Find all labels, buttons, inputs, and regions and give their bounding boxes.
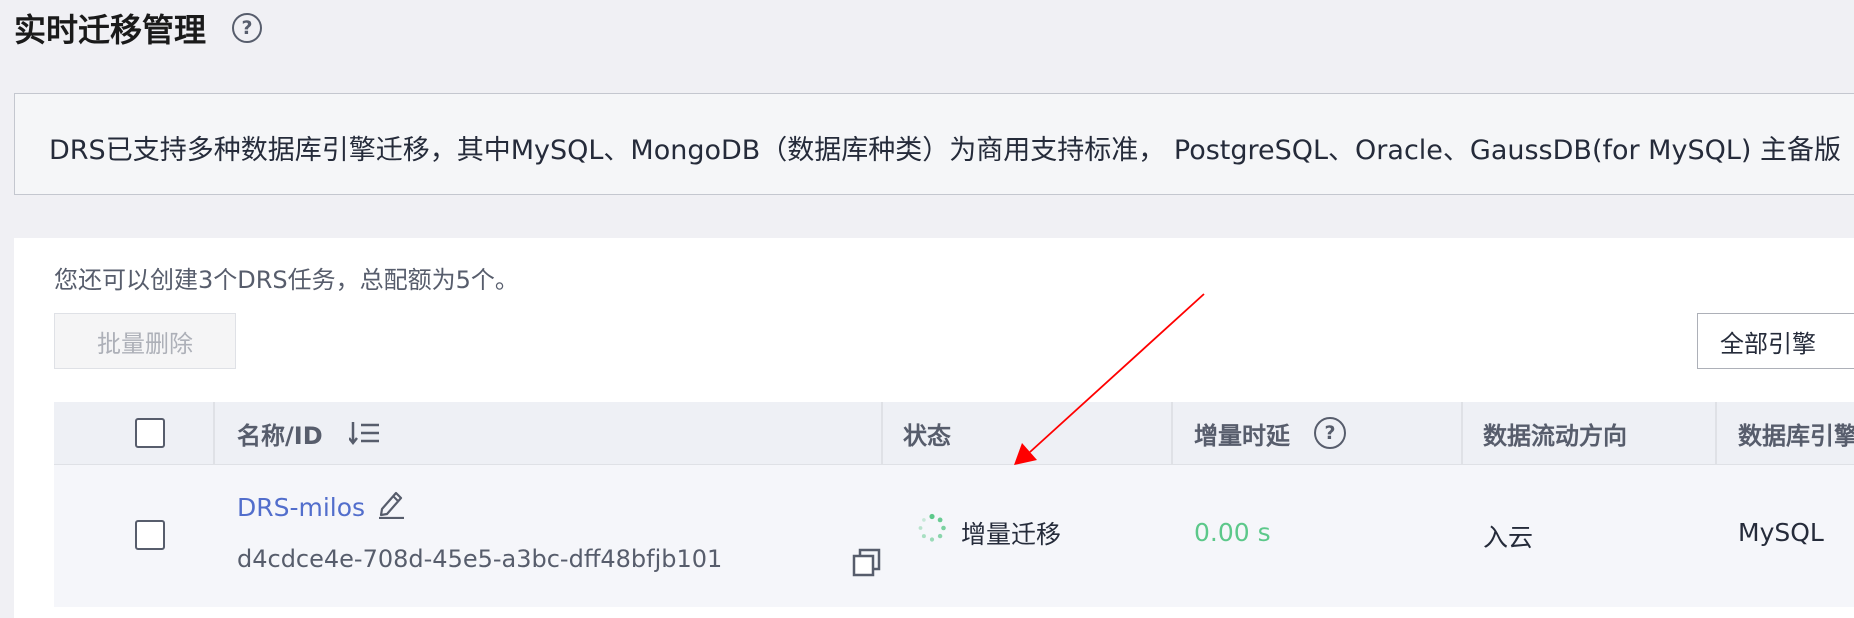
- column-header-status: 状态: [903, 402, 951, 464]
- help-circle-icon[interactable]: ?: [232, 13, 262, 43]
- column-header-incremental-delay-label: 增量时延: [1194, 421, 1290, 450]
- select-all-checkbox[interactable]: [135, 418, 165, 448]
- notice-banner: DRS已支持多种数据库引擎迁移，其中MySQL、MongoDB（数据库种类）为商…: [14, 93, 1854, 195]
- column-header-status-label: 状态: [903, 421, 951, 450]
- copy-icon[interactable]: [851, 547, 883, 583]
- column-divider: [881, 402, 883, 464]
- column-header-name-id[interactable]: 名称/ID: [237, 402, 381, 464]
- status-text: 增量迁移: [961, 520, 1062, 549]
- page-title: 实时迁移管理: [14, 11, 207, 49]
- loading-spinner-icon: [917, 513, 947, 547]
- column-header-data-flow-direction-label: 数据流动方向: [1483, 421, 1627, 450]
- engine-filter-value: 全部引擎: [1720, 329, 1816, 358]
- column-divider: [213, 402, 215, 464]
- batch-delete-button[interactable]: 批量删除: [54, 313, 236, 369]
- sort-descending-icon[interactable]: [348, 419, 381, 447]
- column-divider: [1461, 402, 1463, 464]
- help-circle-icon[interactable]: ?: [1314, 417, 1346, 449]
- table-row: DRS-milos d4cdce4e-708d-45e5-a3bc-dff48b…: [54, 464, 1854, 607]
- column-divider: [1715, 402, 1717, 464]
- column-header-name-id-label: 名称/ID: [237, 421, 323, 450]
- column-header-data-flow-direction: 数据流动方向: [1483, 402, 1627, 464]
- table-header: 名称/ID 状态 增量时延 ? 数据流动方向 数据库引擎: [54, 402, 1854, 464]
- pencil-icon[interactable]: [376, 487, 406, 523]
- incremental-delay-value: 0.00 s: [1194, 518, 1271, 547]
- column-header-incremental-delay: 增量时延 ?: [1194, 402, 1346, 464]
- column-header-database-engine-label: 数据库引擎: [1738, 421, 1854, 450]
- column-header-database-engine: 数据库引擎: [1738, 402, 1854, 464]
- data-flow-direction-value: 入云: [1483, 523, 1534, 552]
- column-divider: [1171, 402, 1173, 464]
- task-name-link[interactable]: DRS-milos: [237, 493, 365, 522]
- quota-text: 您还可以创建3个DRS任务，总配额为5个。: [54, 266, 519, 294]
- task-list-card: 您还可以创建3个DRS任务，总配额为5个。 批量删除 全部引擎 名称/ID 状态: [14, 238, 1854, 618]
- row-checkbox[interactable]: [135, 520, 165, 550]
- database-engine-value: MySQL: [1738, 518, 1824, 547]
- task-id: d4cdce4e-708d-45e5-a3bc-dff48bfjb101: [237, 545, 723, 573]
- engine-filter-select[interactable]: 全部引擎: [1697, 313, 1854, 369]
- notice-text: DRS已支持多种数据库引擎迁移，其中MySQL、MongoDB（数据库种类）为商…: [49, 135, 1842, 166]
